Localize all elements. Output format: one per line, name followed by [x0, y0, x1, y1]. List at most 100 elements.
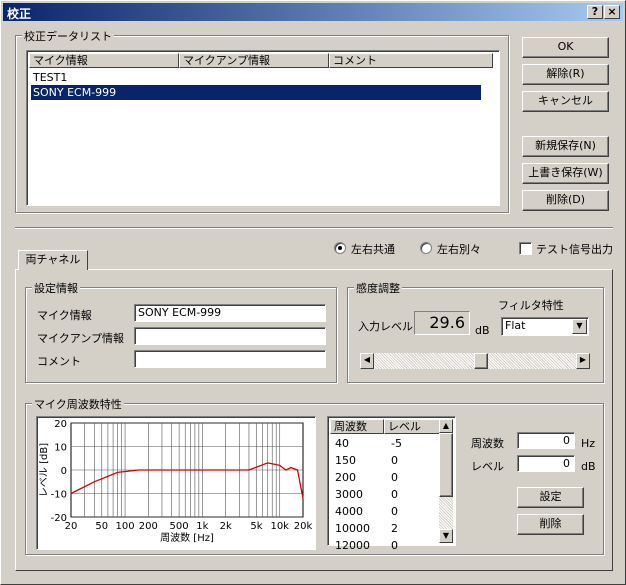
- column-header-comment[interactable]: コメント: [329, 53, 493, 68]
- table-row[interactable]: 4000 0: [332, 503, 436, 520]
- table-scroll-thumb[interactable]: [439, 433, 453, 497]
- input-level-unit: dB: [475, 324, 490, 337]
- column-header-level[interactable]: レベル: [384, 419, 440, 434]
- mic-info-label: マイク情報: [37, 309, 92, 322]
- frequency-input[interactable]: 0: [517, 432, 575, 449]
- ok-button[interactable]: OK: [522, 37, 609, 58]
- test-signal-checkbox[interactable]: [519, 242, 532, 255]
- tab-both-channels[interactable]: 両チャネル: [18, 250, 88, 270]
- help-button[interactable]: ?: [587, 5, 603, 19]
- frequency-label: 周波数: [471, 437, 504, 450]
- amp-info-field[interactable]: [134, 327, 326, 345]
- level-cell: 2: [391, 522, 398, 535]
- mic-info-field[interactable]: SONY ECM-999: [134, 304, 326, 322]
- level-cell: 0: [391, 539, 398, 552]
- y-tick-label: 20: [54, 419, 67, 430]
- calibration-data-list[interactable]: マイク情報 マイクアンプ情報 コメント TEST1 SONY ECM-999: [26, 50, 500, 206]
- input-level-value: 29.6: [414, 311, 470, 335]
- x-tick-label: 5k: [250, 521, 262, 532]
- frequency-cell: 150: [335, 454, 356, 467]
- level-label: レベル: [471, 460, 504, 473]
- level-cell: 0: [391, 471, 398, 484]
- scroll-down-icon[interactable]: ▼: [439, 529, 453, 543]
- frequency-cell: 40: [335, 437, 349, 450]
- level-unit: dB: [581, 460, 596, 473]
- x-tick-label: 2k: [220, 521, 232, 532]
- filter-select-value: Flat: [505, 319, 526, 332]
- chevron-down-icon[interactable]: ▼: [572, 319, 587, 334]
- separator: [15, 227, 613, 229]
- window-title: 校正: [7, 7, 32, 21]
- level-slider-track[interactable]: ◀ ▶: [360, 353, 590, 369]
- tab-pane: 設定情報 マイク情報 SONY ECM-999 マイクアンプ情報 コメント 感度…: [15, 269, 613, 571]
- level-cell: 0: [391, 488, 398, 501]
- frequency-response-group: マイク周波数特性 20 10 0 -10 -20 20 50 100 200 500 1k 2k 5k 1…: [25, 396, 604, 555]
- amp-info-label: マイクアンプ情報: [37, 332, 125, 345]
- radio-separate-label: 左右別々: [437, 243, 481, 256]
- title-bar[interactable]: 校正 ? ×: [3, 3, 623, 21]
- input-level-label: 入力レベル: [358, 320, 413, 333]
- level-input[interactable]: 0: [517, 455, 575, 472]
- radio-separate[interactable]: [420, 242, 432, 254]
- list-item-selected[interactable]: SONY ECM-999: [31, 85, 481, 100]
- release-button[interactable]: 解除(R): [522, 64, 609, 85]
- calibration-data-group: 校正データリスト マイク情報 マイクアンプ情報 コメント TEST1 SONY …: [15, 28, 509, 213]
- x-axis-label: 周波数 [Hz]: [160, 531, 214, 544]
- y-axis-label: レベル [dB]: [38, 443, 50, 497]
- filter-select[interactable]: Flat ▼: [501, 317, 589, 336]
- level-cell: -5: [391, 437, 402, 450]
- column-header-frequency[interactable]: 周波数: [330, 419, 384, 434]
- scroll-right-icon[interactable]: ▶: [576, 353, 590, 369]
- frequency-cell: 10000: [335, 522, 370, 535]
- y-tick-label: 0: [61, 466, 67, 477]
- table-row[interactable]: 150 0: [332, 452, 436, 469]
- frequency-cell: 3000: [335, 488, 363, 501]
- level-cell: 0: [391, 505, 398, 518]
- close-button[interactable]: ×: [604, 5, 620, 19]
- column-header-amp[interactable]: マイクアンプ情報: [179, 53, 329, 68]
- frequency-response-chart: 20 10 0 -10 -20 20 50 100 200 500 1k 2k 5k 10k 20k 周波数 …: [36, 416, 316, 550]
- comment-label: コメント: [37, 355, 81, 368]
- calibration-dialog: 校正 ? × 校正データリスト マイク情報 マイクアンプ情報 コメント TEST…: [0, 0, 626, 585]
- chart-svg: 20100-10-2020 50 100 200 500 1k 2k 5k 10k 20k周波数 …: [38, 419, 313, 544]
- settings-group: 設定情報 マイク情報 SONY ECM-999 マイクアンプ情報 コメント: [25, 280, 337, 383]
- x-tick-label: 1k: [196, 521, 208, 532]
- filter-label: フィルタ特性: [498, 299, 564, 312]
- scroll-left-icon[interactable]: ◀: [360, 353, 374, 369]
- frequency-cell: 12000: [335, 539, 370, 552]
- x-tick-label: 500: [170, 521, 189, 532]
- table-row[interactable]: 40 -5: [332, 435, 436, 452]
- cancel-button[interactable]: キャンセル: [522, 91, 609, 112]
- scroll-up-icon[interactable]: ▲: [439, 419, 453, 433]
- frequency-response-group-label: マイク周波数特性: [32, 396, 124, 412]
- table-scrollbar[interactable]: ▲ ▼: [439, 419, 453, 543]
- set-button[interactable]: 設定: [517, 487, 584, 508]
- frequency-unit: Hz: [581, 437, 596, 450]
- sensitivity-group: 感度調整 フィルタ特性 入力レベル 29.6 dB Flat ▼ ◀ ▶: [347, 280, 604, 383]
- delete-point-button[interactable]: 削除: [517, 514, 584, 535]
- overwrite-save-button[interactable]: 上書き保存(W): [522, 163, 609, 184]
- radio-common[interactable]: [334, 242, 346, 254]
- list-item[interactable]: TEST1: [31, 70, 481, 85]
- table-row[interactable]: 12000 0: [332, 537, 436, 554]
- settings-group-label: 設定情報: [32, 280, 80, 296]
- x-tick-label: 20k: [294, 521, 313, 532]
- radio-dot: [338, 246, 342, 250]
- frequency-table[interactable]: 周波数 レベル 40 -5 150 0 200 0 3000 0 4000 0 10000 2 1200…: [327, 416, 456, 552]
- x-tick-label: 200: [139, 521, 158, 532]
- level-slider-thumb[interactable]: [474, 353, 488, 369]
- level-cell: 0: [391, 454, 398, 467]
- comment-field[interactable]: [134, 350, 326, 368]
- table-row[interactable]: 200 0: [332, 469, 436, 486]
- x-tick-label: 20: [65, 521, 78, 532]
- delete-button[interactable]: 削除(D): [522, 190, 609, 211]
- table-row[interactable]: 3000 0: [332, 486, 436, 503]
- table-row[interactable]: 10000 2: [332, 520, 436, 537]
- radio-common-label: 左右共通: [351, 243, 395, 256]
- sensitivity-group-label: 感度調整: [354, 280, 402, 296]
- save-new-button[interactable]: 新規保存(N): [522, 136, 609, 157]
- frequency-cell: 200: [335, 471, 356, 484]
- column-header-mic[interactable]: マイク情報: [29, 53, 179, 68]
- y-tick-label: -10: [51, 490, 67, 501]
- test-signal-label: テスト信号出力: [536, 243, 613, 256]
